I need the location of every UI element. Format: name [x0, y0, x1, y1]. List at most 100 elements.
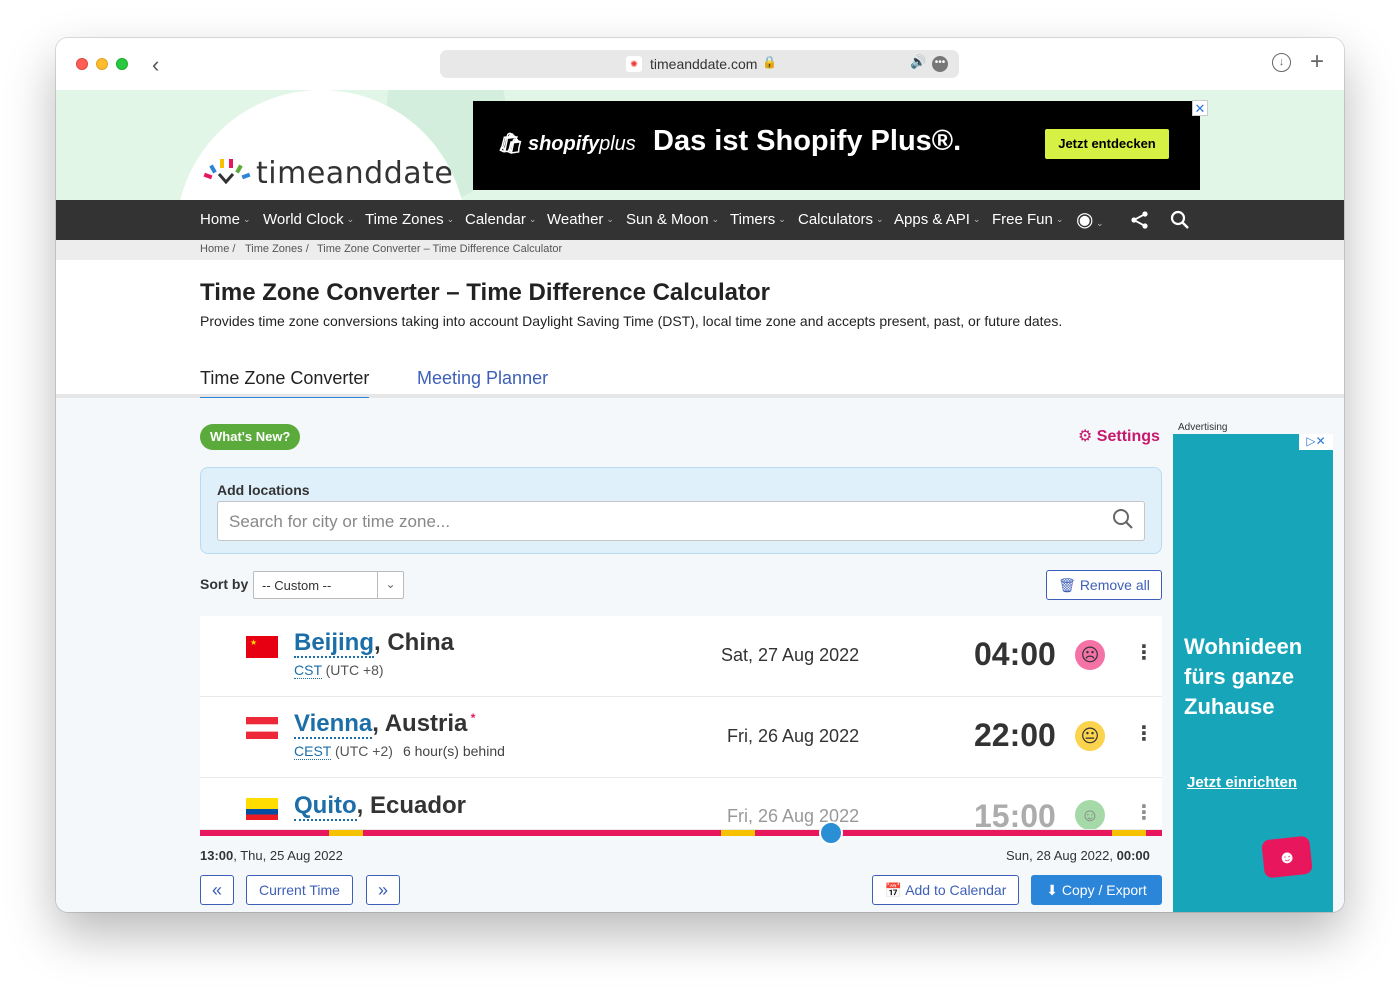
new-tab-icon[interactable]: +: [1310, 48, 1324, 76]
nav-item-free-fun[interactable]: Free Fun ⌄: [992, 211, 1063, 228]
logo-rays-icon: [203, 159, 251, 185]
speaker-icon[interactable]: 🔊: [910, 54, 926, 70]
add-to-calendar-button[interactable]: 📅 Add to Calendar: [872, 875, 1019, 905]
timeline-evening-segment: [1112, 830, 1146, 836]
side-ad-link[interactable]: Jetzt einrichten: [1187, 774, 1297, 791]
lock-icon: 🔒: [762, 55, 777, 69]
top-ad-banner[interactable]: 🛍 shopifyplus Das ist Shopify Plus®. Jet…: [473, 101, 1200, 190]
desktop: ‹ ✺ timeanddate.com 🔒 🔊 ••• ↓ + timeandd…: [0, 0, 1400, 987]
site-favicon-icon: ✺: [626, 56, 642, 72]
settings-button[interactable]: ⚙ Settings: [1078, 426, 1160, 446]
nav-item-timers[interactable]: Timers ⌄: [730, 211, 786, 228]
hours-behind: 6 hour(s) behind: [402, 743, 505, 759]
sad-face-icon: ☹: [1075, 640, 1105, 670]
tab-meeting-planner[interactable]: Meeting Planner: [417, 368, 548, 389]
more-icon[interactable]: •••: [932, 56, 948, 72]
utc-offset: (UTC +2): [331, 743, 393, 759]
nav-label: World Clock: [263, 211, 344, 228]
location-row-vienna: Vienna, Austria * CEST (UTC +2) 6 hour(s)…: [200, 697, 1162, 778]
breadcrumb-time-zones[interactable]: Time Zones /: [245, 243, 309, 255]
nav-item-time-zones[interactable]: Time Zones ⌄: [365, 211, 454, 228]
timeline-end: Sun, 28 Aug 2022, 00:00: [1006, 848, 1150, 863]
timeline-handle[interactable]: [819, 821, 844, 845]
nav-item-calendar[interactable]: Calendar ⌄: [465, 211, 536, 228]
site-header: timeanddate 🛍 shopifyplus Das ist Shopif…: [56, 90, 1344, 200]
gear-icon: ⚙: [1078, 428, 1093, 445]
timeline-evening-segment: [329, 830, 363, 836]
remove-all-button[interactable]: 🗑 Remove all: [1046, 570, 1162, 600]
city-link[interactable]: Beijing: [294, 629, 375, 658]
sort-select[interactable]: -- Custom -- ⌄: [253, 571, 404, 599]
chevron-down-icon: ⌄: [243, 214, 251, 224]
nav-label: Home: [200, 211, 241, 228]
timeline-end-date: Sun, 28 Aug 2022,: [1006, 848, 1117, 863]
zoom-window-button[interactable]: [116, 58, 128, 70]
timeline-start-time: 13:00: [200, 848, 234, 863]
current-time-button[interactable]: Current Time: [246, 875, 353, 905]
sort-label: Sort by: [200, 576, 249, 592]
chat-bot-icon[interactable]: ☻: [1261, 835, 1313, 879]
next-button[interactable]: »: [366, 875, 400, 905]
ad-cta-button[interactable]: Jetzt entdecken: [1045, 129, 1169, 159]
browser-window: ‹ ✺ timeanddate.com 🔒 🔊 ••• ↓ + timeandd…: [56, 38, 1344, 912]
nav-label: Apps & API: [894, 211, 970, 228]
address-bar[interactable]: ✺ timeanddate.com 🔒 🔊 •••: [440, 50, 959, 78]
ecuador-flag-icon: [246, 798, 278, 820]
nav-label: Weather: [547, 211, 604, 228]
country-name: , China: [374, 629, 455, 656]
nav-item-calculators[interactable]: Calculators ⌄: [798, 211, 884, 228]
ad-brand: 🛍 shopifyplus: [497, 131, 636, 156]
minimize-window-button[interactable]: [96, 58, 108, 70]
nav-item-apps-api[interactable]: Apps & API ⌄: [894, 211, 980, 228]
timezone-abbr[interactable]: CEST: [294, 743, 332, 760]
timeline-evening-segment: [721, 830, 755, 836]
ad-close-icon[interactable]: ▷✕: [1299, 434, 1333, 450]
row-menu-icon[interactable]: ⋮: [1134, 640, 1154, 665]
nav-item-world-clock[interactable]: World Clock ⌄: [263, 211, 354, 228]
nav-label: Calculators: [798, 211, 874, 228]
remove-all-label: Remove all: [1079, 577, 1150, 593]
download-icon: ⬇: [1046, 882, 1058, 898]
back-icon[interactable]: ‹: [152, 52, 159, 78]
utc-offset: (UTC +8): [321, 662, 384, 678]
city-link[interactable]: Quito: [294, 792, 357, 821]
copy-export-button[interactable]: ⬇ Copy / Export: [1031, 875, 1162, 905]
chevron-down-icon: ⌄: [711, 214, 720, 224]
country-name: , Ecuador: [356, 792, 467, 819]
chevron-down-icon: ⌄: [377, 572, 403, 598]
previous-button[interactable]: «: [200, 875, 234, 905]
share-icon[interactable]: [1130, 210, 1150, 230]
location-search-input[interactable]: Search for city or time zone...: [217, 501, 1145, 541]
ad-brand-suffix: plus: [599, 133, 636, 155]
close-window-button[interactable]: [76, 58, 88, 70]
account-icon[interactable]: ◉ ⌄: [1076, 207, 1104, 232]
copy-export-label: Copy / Export: [1061, 882, 1147, 898]
whats-new-button[interactable]: What's New?: [200, 424, 301, 450]
page-description: Provides time zone conversions taking in…: [200, 313, 1063, 329]
local-marker-icon: *: [467, 711, 476, 725]
timezone-info: CEST (UTC +2) 6 hour(s) behind: [294, 743, 505, 760]
chevron-down-icon: ⌄: [876, 214, 884, 224]
advertising-label: Advertising: [1178, 422, 1228, 433]
timezone-info: CST (UTC +8): [294, 662, 384, 679]
logo-text: timeanddate: [256, 156, 454, 191]
timezone-abbr[interactable]: CST: [294, 662, 322, 679]
nav-item-weather[interactable]: Weather ⌄: [547, 211, 614, 228]
chevron-down-icon: ⌄: [778, 214, 786, 224]
row-menu-icon[interactable]: ⋮: [1134, 721, 1154, 746]
search-icon[interactable]: [1170, 210, 1190, 230]
nav-label: Timers: [730, 211, 776, 228]
svg-text:★: ★: [250, 638, 257, 647]
city-link[interactable]: Vienna: [294, 710, 373, 739]
side-ad[interactable]: ▷✕ Wohnideen fürs ganze Zuhause Jetzt ei…: [1173, 434, 1333, 912]
tab-time-zone-converter[interactable]: Time Zone Converter: [200, 368, 370, 401]
nav-item-home[interactable]: Home ⌄: [200, 211, 251, 228]
breadcrumb-home[interactable]: Home /: [200, 243, 235, 255]
download-icon[interactable]: ↓: [1272, 53, 1291, 72]
search-icon[interactable]: [1112, 508, 1134, 530]
chevron-down-icon: ⌄: [346, 214, 355, 224]
nav-item-sun-moon[interactable]: Sun & Moon ⌄: [626, 211, 719, 228]
ad-close-icon[interactable]: ✕: [1192, 100, 1208, 116]
timeline-slider[interactable]: [200, 821, 1162, 845]
row-menu-icon[interactable]: ⋮: [1134, 800, 1154, 825]
